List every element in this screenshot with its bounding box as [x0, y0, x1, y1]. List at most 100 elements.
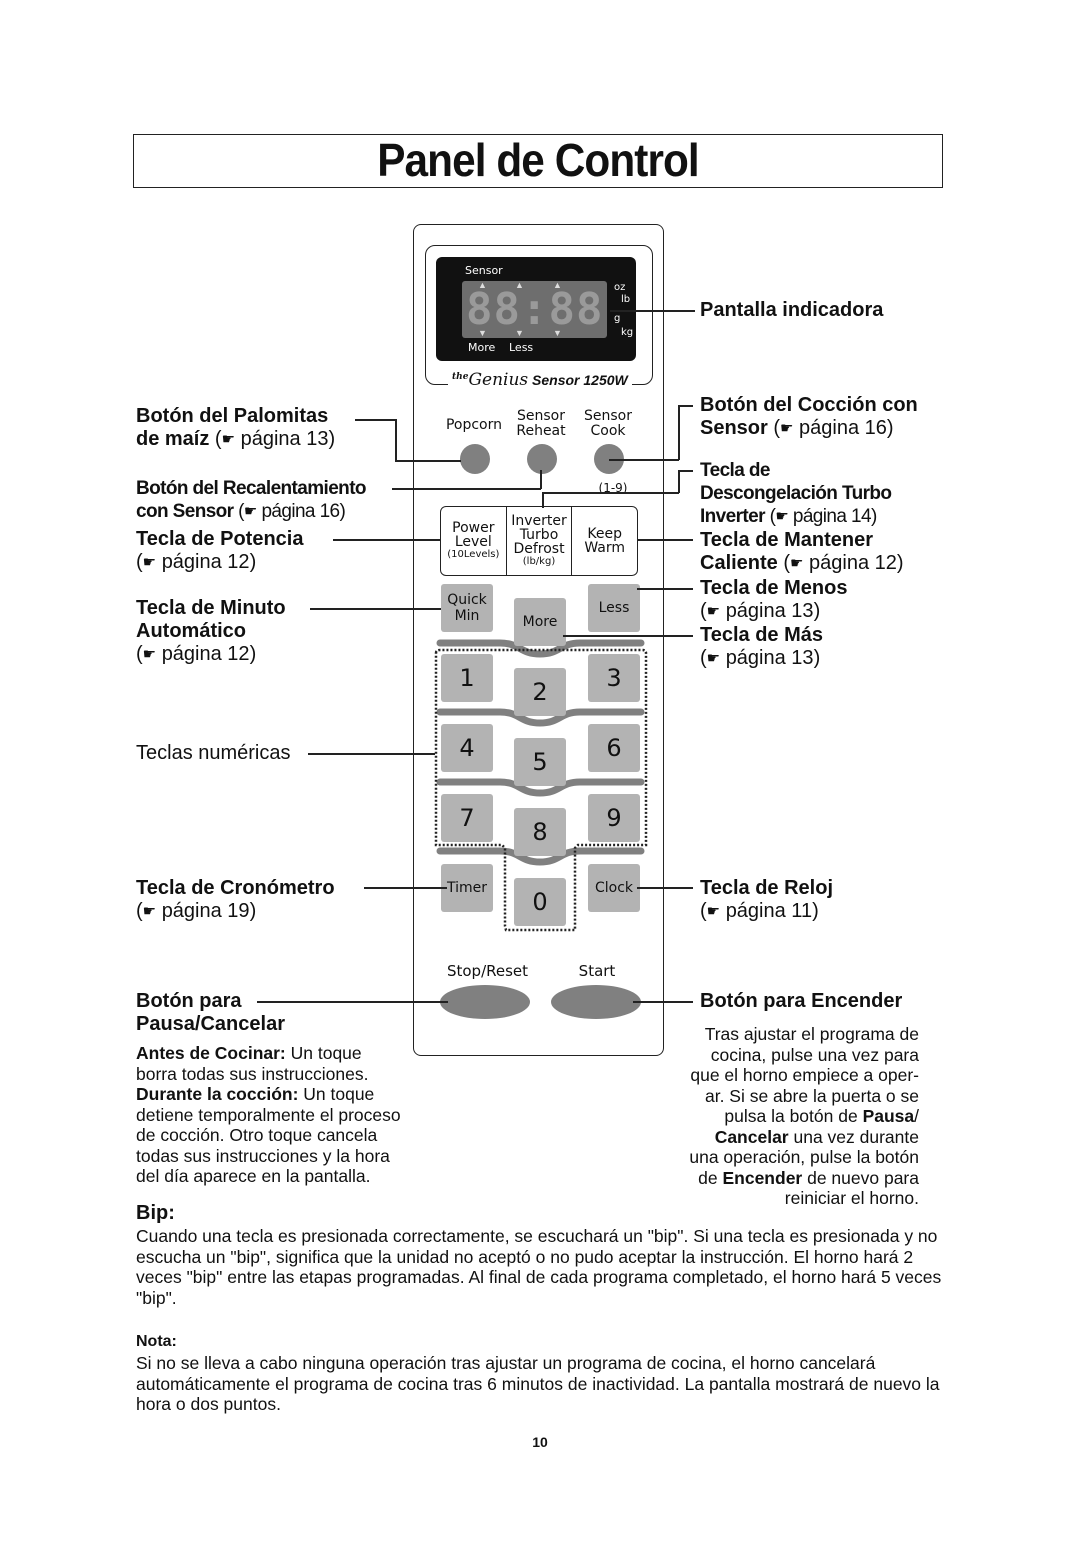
desc-text: detiene temporalmente el proceso — [136, 1104, 401, 1125]
callout-title: Automático — [136, 620, 246, 642]
pointing-hand-icon: ☛ — [142, 903, 157, 920]
desc-text: de nuevo para — [802, 1167, 919, 1188]
callout-title: Inverter — [700, 506, 766, 527]
start-label: Start — [578, 962, 616, 980]
desc-text: una vez durante — [788, 1126, 919, 1147]
page-ref: página 16 — [261, 501, 340, 522]
desc-text: borra todas sus instrucciones. — [136, 1063, 369, 1084]
leader-line — [540, 470, 542, 489]
callout-title: de maíz — [136, 428, 210, 450]
label-line: Min — [454, 608, 480, 624]
callout-title: Botón del Cocción con — [700, 394, 918, 416]
nota-text: Si no se lleva a cabo ninguna operación … — [136, 1353, 940, 1414]
callout-title: Tecla de Menos — [700, 577, 848, 599]
leader-line — [542, 492, 679, 494]
desc-text: / — [914, 1106, 919, 1126]
page-ref: página 12 — [161, 551, 250, 573]
pointing-hand-icon: ☛ — [775, 508, 789, 525]
leader-line — [609, 459, 679, 461]
callout-start: Botón para Encender — [700, 990, 902, 1013]
leader-line — [678, 405, 693, 407]
number-key-2[interactable]: 2 — [514, 668, 566, 716]
stop-reset-description: Antes de Cocinar: Un toque borra todas s… — [136, 1043, 401, 1187]
page-ref: página 13 — [240, 428, 329, 450]
timer-button[interactable]: Timer — [441, 864, 493, 912]
callout-display: Pantalla indicadora — [700, 299, 883, 322]
pointing-hand-icon: ☛ — [243, 503, 257, 520]
callout-title: Tecla de Reloj — [700, 877, 834, 899]
callout-title: Tecla de Mantener — [700, 529, 874, 551]
number-key-6[interactable]: 6 — [588, 724, 640, 772]
nota-heading: Nota: — [136, 1333, 177, 1350]
callout-sensor-reheat: Botón del Recalentamiento con Sensor (☛ … — [136, 478, 367, 522]
callout-title: Sensor — [700, 417, 768, 439]
page-ref: página 12 — [161, 643, 250, 665]
less-button[interactable]: Less — [588, 584, 640, 632]
callout-power-level: Tecla de Potencia (☛ página 12) — [136, 528, 304, 573]
number-key-9[interactable]: 9 — [588, 794, 640, 842]
callout-title: Pausa/Cancelar — [136, 1013, 285, 1035]
leader-line — [392, 488, 541, 490]
leader-line — [678, 405, 680, 460]
pointing-hand-icon: ☛ — [780, 420, 794, 437]
page-ref: página 12 — [809, 552, 897, 574]
callout-more: Tecla de Más (☛ página 13) — [700, 624, 824, 669]
stop-reset-button[interactable] — [440, 985, 530, 1019]
pointing-hand-icon: ☛ — [706, 650, 721, 667]
number-key-5[interactable]: 5 — [514, 738, 566, 786]
callout-sensor-cook: Botón del Cocción con Sensor (☛ página 1… — [700, 394, 918, 439]
start-description: Tras ajustar el programa de cocina, puls… — [689, 1024, 919, 1209]
number-key-8[interactable]: 8 — [514, 808, 566, 856]
number-key-0[interactable]: 0 — [514, 878, 566, 926]
number-key-7[interactable]: 7 — [441, 794, 493, 842]
page-ref: página 11 — [725, 900, 813, 922]
leader-line — [678, 470, 680, 493]
callout-popcorn: Botón del Palomitas de maíz (☛ página 13… — [136, 405, 336, 450]
callout-title: Botón del Palomitas — [136, 405, 329, 427]
leader-line — [633, 1001, 693, 1003]
leader-line — [355, 419, 396, 421]
desc-text: del día aparece en la pantalla. — [136, 1166, 371, 1186]
desc-bold: Antes de Cocinar: — [136, 1043, 286, 1063]
leader-line — [395, 460, 461, 462]
page-ref: página 19 — [161, 900, 250, 922]
callout-title: Tecla de Minuto — [136, 597, 286, 619]
more-button[interactable]: More — [514, 598, 566, 646]
quick-min-button[interactable]: Quick Min — [441, 584, 493, 632]
leader-line — [610, 310, 695, 312]
leader-line — [333, 539, 441, 541]
desc-text: reiniciar el horno. — [784, 1188, 919, 1208]
callout-timer: Tecla de Cronómetro (☛ página 19) — [136, 877, 335, 922]
desc-bold: Pausa — [862, 1106, 915, 1126]
leader-line — [637, 588, 693, 590]
desc-bold: Durante la cocción: — [136, 1084, 299, 1104]
desc-text: Un toque — [298, 1084, 375, 1104]
page-number: 10 — [532, 1434, 548, 1450]
number-key-4[interactable]: 4 — [441, 724, 493, 772]
callout-title: Caliente — [700, 552, 778, 574]
label-line: Quick — [447, 592, 487, 608]
desc-text: de cocción. Otro toque cancela — [136, 1125, 378, 1145]
desc-text: todas sus instrucciones y la hora — [136, 1145, 390, 1166]
start-button[interactable] — [551, 985, 641, 1019]
number-key-3[interactable]: 3 — [588, 654, 640, 702]
number-key-1[interactable]: 1 — [441, 654, 493, 702]
callout-less: Tecla de Menos (☛ página 13) — [700, 577, 848, 622]
leader-line — [678, 470, 693, 472]
leader-line — [308, 753, 435, 755]
callout-title: Pantalla indicadora — [700, 299, 884, 321]
desc-text: una operación, pulse la botón — [689, 1147, 919, 1167]
desc-text: cocina, pulse una vez para — [710, 1044, 919, 1065]
desc-text: que el horno empiece a oper- — [690, 1065, 919, 1085]
callout-title: Botón del Recalentamiento — [136, 478, 367, 499]
leader-line — [637, 539, 693, 541]
leader-line — [257, 1001, 448, 1003]
pointing-hand-icon: ☛ — [706, 903, 721, 920]
leader-line — [637, 887, 693, 889]
clock-button[interactable]: Clock — [588, 864, 640, 912]
callout-title: con Sensor — [136, 501, 234, 522]
callout-title: Tecla de Cronómetro — [136, 877, 335, 899]
stop-reset-label: Stop/Reset — [446, 962, 529, 980]
callout-title: Botón para — [136, 990, 242, 1012]
callout-clock: Tecla de Reloj (☛ página 11) — [700, 877, 834, 922]
